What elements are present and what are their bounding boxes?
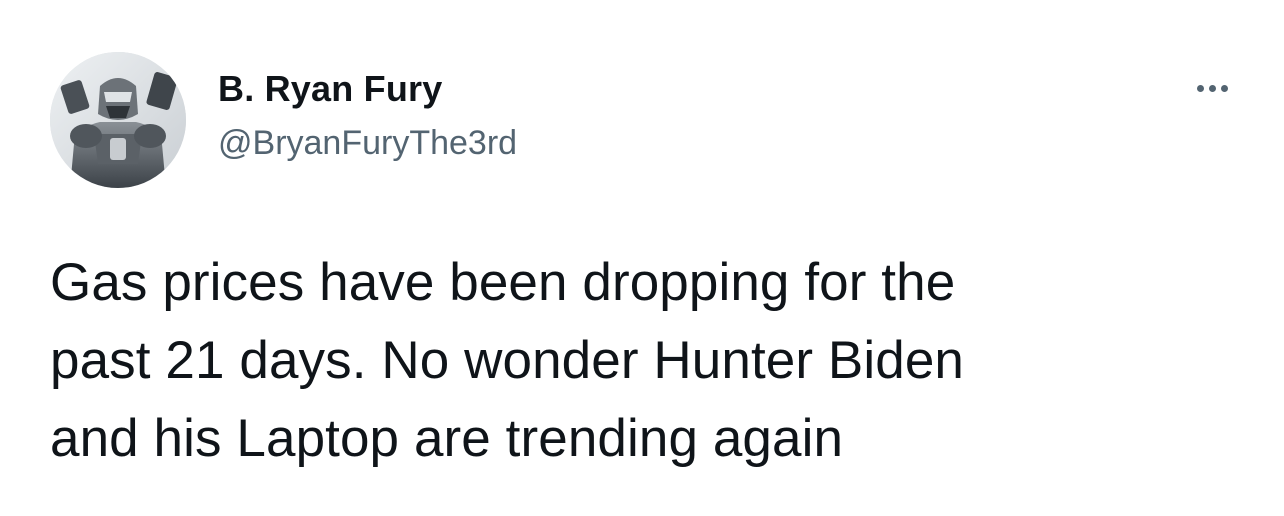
armored-robot-avatar-icon: [50, 52, 186, 188]
avatar[interactable]: [50, 52, 186, 188]
tweet-card: B. Ryan Fury @BryanFuryThe3rd Gas prices…: [0, 0, 1284, 516]
author-display-name[interactable]: B. Ryan Fury: [218, 68, 442, 110]
more-horizontal-icon: [1196, 84, 1204, 92]
more-horizontal-icon-dot: [1208, 84, 1216, 92]
author-handle[interactable]: @BryanFuryThe3rd: [218, 124, 517, 163]
more-horizontal-icon-dot: [1220, 84, 1228, 92]
tweet-text: Gas prices have been dropping for the pa…: [50, 253, 964, 468]
more-options-button[interactable]: [1186, 72, 1238, 104]
